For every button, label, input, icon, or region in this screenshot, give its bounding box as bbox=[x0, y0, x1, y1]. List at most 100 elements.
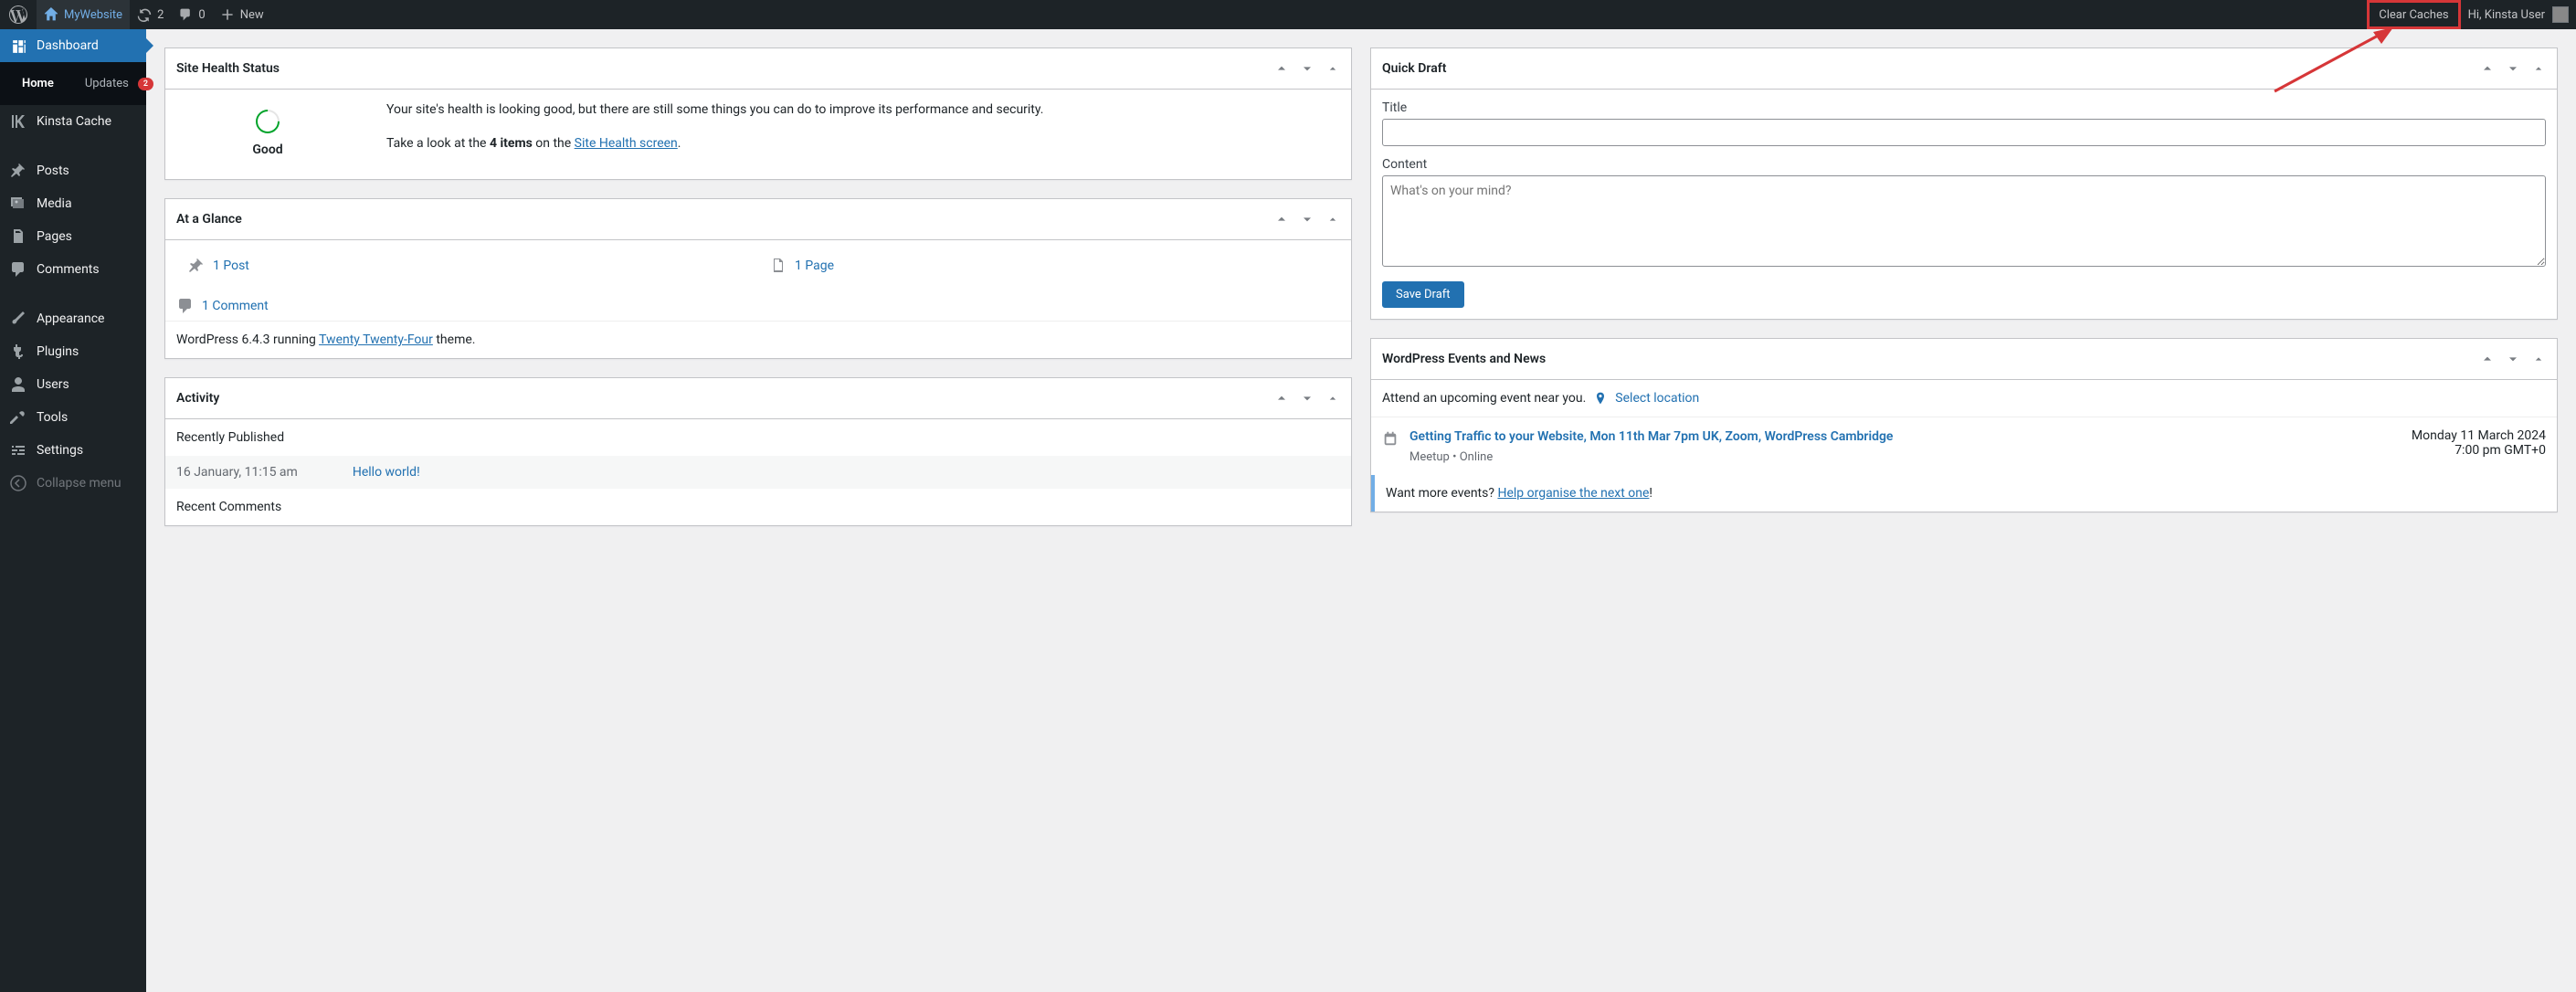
at-a-glance-widget: At a Glance 1 Post 1 Page bbox=[164, 198, 1352, 359]
chevron-down-icon[interactable] bbox=[2506, 352, 2520, 366]
caret-up-icon[interactable] bbox=[1325, 391, 1340, 406]
sidebar-settings-label: Settings bbox=[37, 443, 83, 458]
sidebar-item-tools[interactable]: Tools bbox=[0, 401, 146, 434]
new-content-link[interactable]: New bbox=[213, 0, 271, 29]
collapse-icon bbox=[9, 474, 27, 492]
chevron-up-icon[interactable] bbox=[1274, 391, 1289, 406]
site-health-title: Site Health Status bbox=[176, 48, 280, 89]
kinsta-icon bbox=[9, 112, 27, 131]
sidebar-item-pages[interactable]: Pages bbox=[0, 220, 146, 253]
caret-up-icon[interactable] bbox=[2531, 61, 2546, 76]
comment-icon bbox=[178, 7, 193, 22]
clear-caches-button[interactable]: Clear Caches bbox=[2367, 0, 2460, 29]
sidebar-posts-label: Posts bbox=[37, 164, 69, 178]
sidebar-updates-label: Updates bbox=[85, 77, 129, 90]
activity-post-link[interactable]: Hello world! bbox=[353, 465, 420, 480]
chevron-up-icon[interactable] bbox=[2480, 61, 2495, 76]
chevron-up-icon[interactable] bbox=[2480, 352, 2495, 366]
glance-version: WordPress 6.4.3 running Twenty Twenty-Fo… bbox=[165, 321, 1351, 358]
page-icon bbox=[9, 227, 27, 246]
adminbar-comments-link[interactable]: 0 bbox=[171, 0, 212, 29]
event-date: Monday 11 March 2024 bbox=[2412, 428, 2546, 443]
sidebar-kinsta-label: Kinsta Cache bbox=[37, 114, 111, 129]
updates-link[interactable]: 2 bbox=[130, 0, 171, 29]
update-icon bbox=[137, 7, 152, 22]
select-location-link[interactable]: Select location bbox=[1615, 391, 1699, 406]
site-health-screen-link[interactable]: Site Health screen bbox=[575, 136, 678, 151]
theme-link[interactable]: Twenty Twenty-Four bbox=[319, 332, 433, 347]
new-content-label: New bbox=[240, 8, 264, 22]
sidebar-item-home[interactable]: Home bbox=[9, 69, 63, 98]
sidebar-appearance-label: Appearance bbox=[37, 311, 104, 326]
chevron-down-icon[interactable] bbox=[1300, 391, 1314, 406]
sidebar-item-updates[interactable]: Updates 2 bbox=[72, 69, 163, 98]
site-health-look: Take a look at the 4 items on the Site H… bbox=[386, 134, 1043, 153]
activity-row: 16 January, 11:15 am Hello world! bbox=[165, 456, 1351, 489]
sliders-icon bbox=[9, 441, 27, 459]
admin-bar: MyWebsite 2 0 New Clear Caches Hi, Kinst… bbox=[0, 0, 2576, 29]
site-health-gauge-icon bbox=[251, 105, 285, 139]
chevron-down-icon[interactable] bbox=[2506, 61, 2520, 76]
caret-up-icon[interactable] bbox=[2531, 352, 2546, 366]
plus-icon bbox=[220, 7, 235, 22]
greeting-text: Hi, Kinsta User bbox=[2468, 8, 2545, 22]
draft-title-label: Title bbox=[1382, 100, 2546, 115]
sidebar-media-label: Media bbox=[37, 196, 72, 211]
plug-icon bbox=[9, 343, 27, 361]
chevron-up-icon[interactable] bbox=[1274, 212, 1289, 227]
page-icon bbox=[769, 257, 787, 275]
sidebar-collapse[interactable]: Collapse menu bbox=[0, 467, 146, 500]
location-icon bbox=[1593, 391, 1608, 406]
sidebar-item-posts[interactable]: Posts bbox=[0, 154, 146, 187]
draft-title-input[interactable] bbox=[1382, 119, 2546, 146]
event-row: Getting Traffic to your Website, Mon 11t… bbox=[1371, 417, 2557, 475]
sidebar-item-media[interactable]: Media bbox=[0, 187, 146, 220]
home-icon bbox=[44, 7, 58, 22]
chevron-up-icon[interactable] bbox=[1274, 61, 1289, 76]
activity-title: Activity bbox=[176, 378, 219, 418]
event-meta: Meetup • Online bbox=[1409, 450, 2401, 464]
sidebar-users-label: Users bbox=[37, 377, 69, 392]
sidebar-comments-label: Comments bbox=[37, 262, 100, 277]
recent-comments-heading: Recent Comments bbox=[165, 489, 1351, 525]
draft-content-textarea[interactable] bbox=[1382, 175, 2546, 267]
event-title-link[interactable]: Getting Traffic to your Website, Mon 11t… bbox=[1409, 429, 1893, 444]
site-health-widget: Site Health Status Good Your site's heal… bbox=[164, 47, 1352, 180]
sidebar-item-appearance[interactable]: Appearance bbox=[0, 302, 146, 335]
comments-count: 0 bbox=[198, 8, 205, 22]
dashboard-icon bbox=[9, 37, 27, 55]
wordpress-icon bbox=[9, 5, 27, 24]
sidebar-item-dashboard[interactable]: Dashboard bbox=[0, 29, 146, 62]
sidebar-item-kinsta-cache[interactable]: Kinsta Cache bbox=[0, 105, 146, 138]
calendar-icon bbox=[1382, 430, 1399, 447]
activity-widget: Activity Recently Published 16 January, … bbox=[164, 377, 1352, 526]
pin-icon bbox=[187, 257, 206, 275]
glance-posts-link[interactable]: 1 Post bbox=[213, 259, 249, 273]
sidebar-item-plugins[interactable]: Plugins bbox=[0, 335, 146, 368]
activity-date: 16 January, 11:15 am bbox=[176, 465, 298, 480]
clear-caches-label: Clear Caches bbox=[2379, 8, 2448, 22]
admin-sidebar: Dashboard Home Updates 2 Kinsta Cache Po… bbox=[0, 29, 146, 992]
glance-pages-link[interactable]: 1 Page bbox=[795, 259, 834, 273]
user-greeting-link[interactable]: Hi, Kinsta User bbox=[2461, 6, 2576, 23]
comments-icon bbox=[9, 260, 27, 279]
event-time: 7:00 pm GMT+0 bbox=[2412, 443, 2546, 458]
sidebar-item-comments[interactable]: Comments bbox=[0, 253, 146, 286]
sidebar-home-label: Home bbox=[22, 77, 54, 90]
organise-link[interactable]: Help organise the next one bbox=[1497, 486, 1649, 501]
glance-comments-link[interactable]: 1 Comment bbox=[202, 299, 269, 313]
recently-published-heading: Recently Published bbox=[165, 419, 1351, 456]
site-name-link[interactable]: MyWebsite bbox=[37, 0, 130, 29]
chevron-down-icon[interactable] bbox=[1300, 61, 1314, 76]
quick-draft-widget: Quick Draft Title Content Save Draft bbox=[1370, 47, 2558, 320]
pin-icon bbox=[9, 162, 27, 180]
wp-logo-menu[interactable] bbox=[0, 0, 37, 29]
sidebar-item-settings[interactable]: Settings bbox=[0, 434, 146, 467]
sidebar-dashboard-label: Dashboard bbox=[37, 38, 99, 53]
caret-up-icon[interactable] bbox=[1325, 212, 1340, 227]
caret-up-icon[interactable] bbox=[1325, 61, 1340, 76]
chevron-down-icon[interactable] bbox=[1300, 212, 1314, 227]
sidebar-item-users[interactable]: Users bbox=[0, 368, 146, 401]
save-draft-button[interactable]: Save Draft bbox=[1382, 281, 1464, 308]
events-news-widget: WordPress Events and News Attend an upco… bbox=[1370, 338, 2558, 512]
